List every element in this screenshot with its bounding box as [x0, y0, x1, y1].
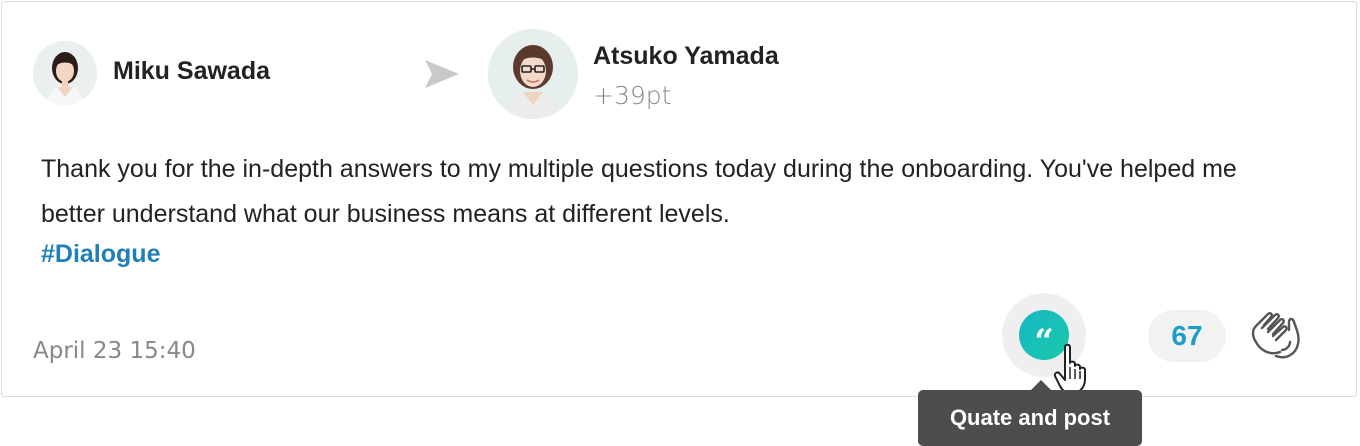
sender-avatar[interactable] [33, 41, 97, 105]
recipient-points: +39pt [593, 81, 672, 110]
clap-count[interactable]: 67 [1148, 310, 1226, 362]
send-arrow-icon [425, 60, 459, 88]
clapping-hands-icon[interactable] [1246, 306, 1304, 364]
quote-tooltip: Quate and post [918, 390, 1142, 446]
sender-name[interactable]: Miku Sawada [113, 57, 270, 86]
post-message: Thank you for the in-depth answers to my… [41, 155, 1237, 228]
pointer-cursor-icon [1053, 343, 1086, 394]
quote-icon: “ [1034, 322, 1054, 362]
recipient-name[interactable]: Atsuko Yamada [593, 42, 779, 71]
hashtag-link[interactable]: #Dialogue [41, 240, 160, 269]
post-timestamp: April 23 15:40 [33, 338, 196, 364]
recipient-avatar[interactable] [488, 29, 578, 119]
post-card: Miku Sawada Atsuko Yamada +39pt Thank yo… [1, 1, 1357, 397]
